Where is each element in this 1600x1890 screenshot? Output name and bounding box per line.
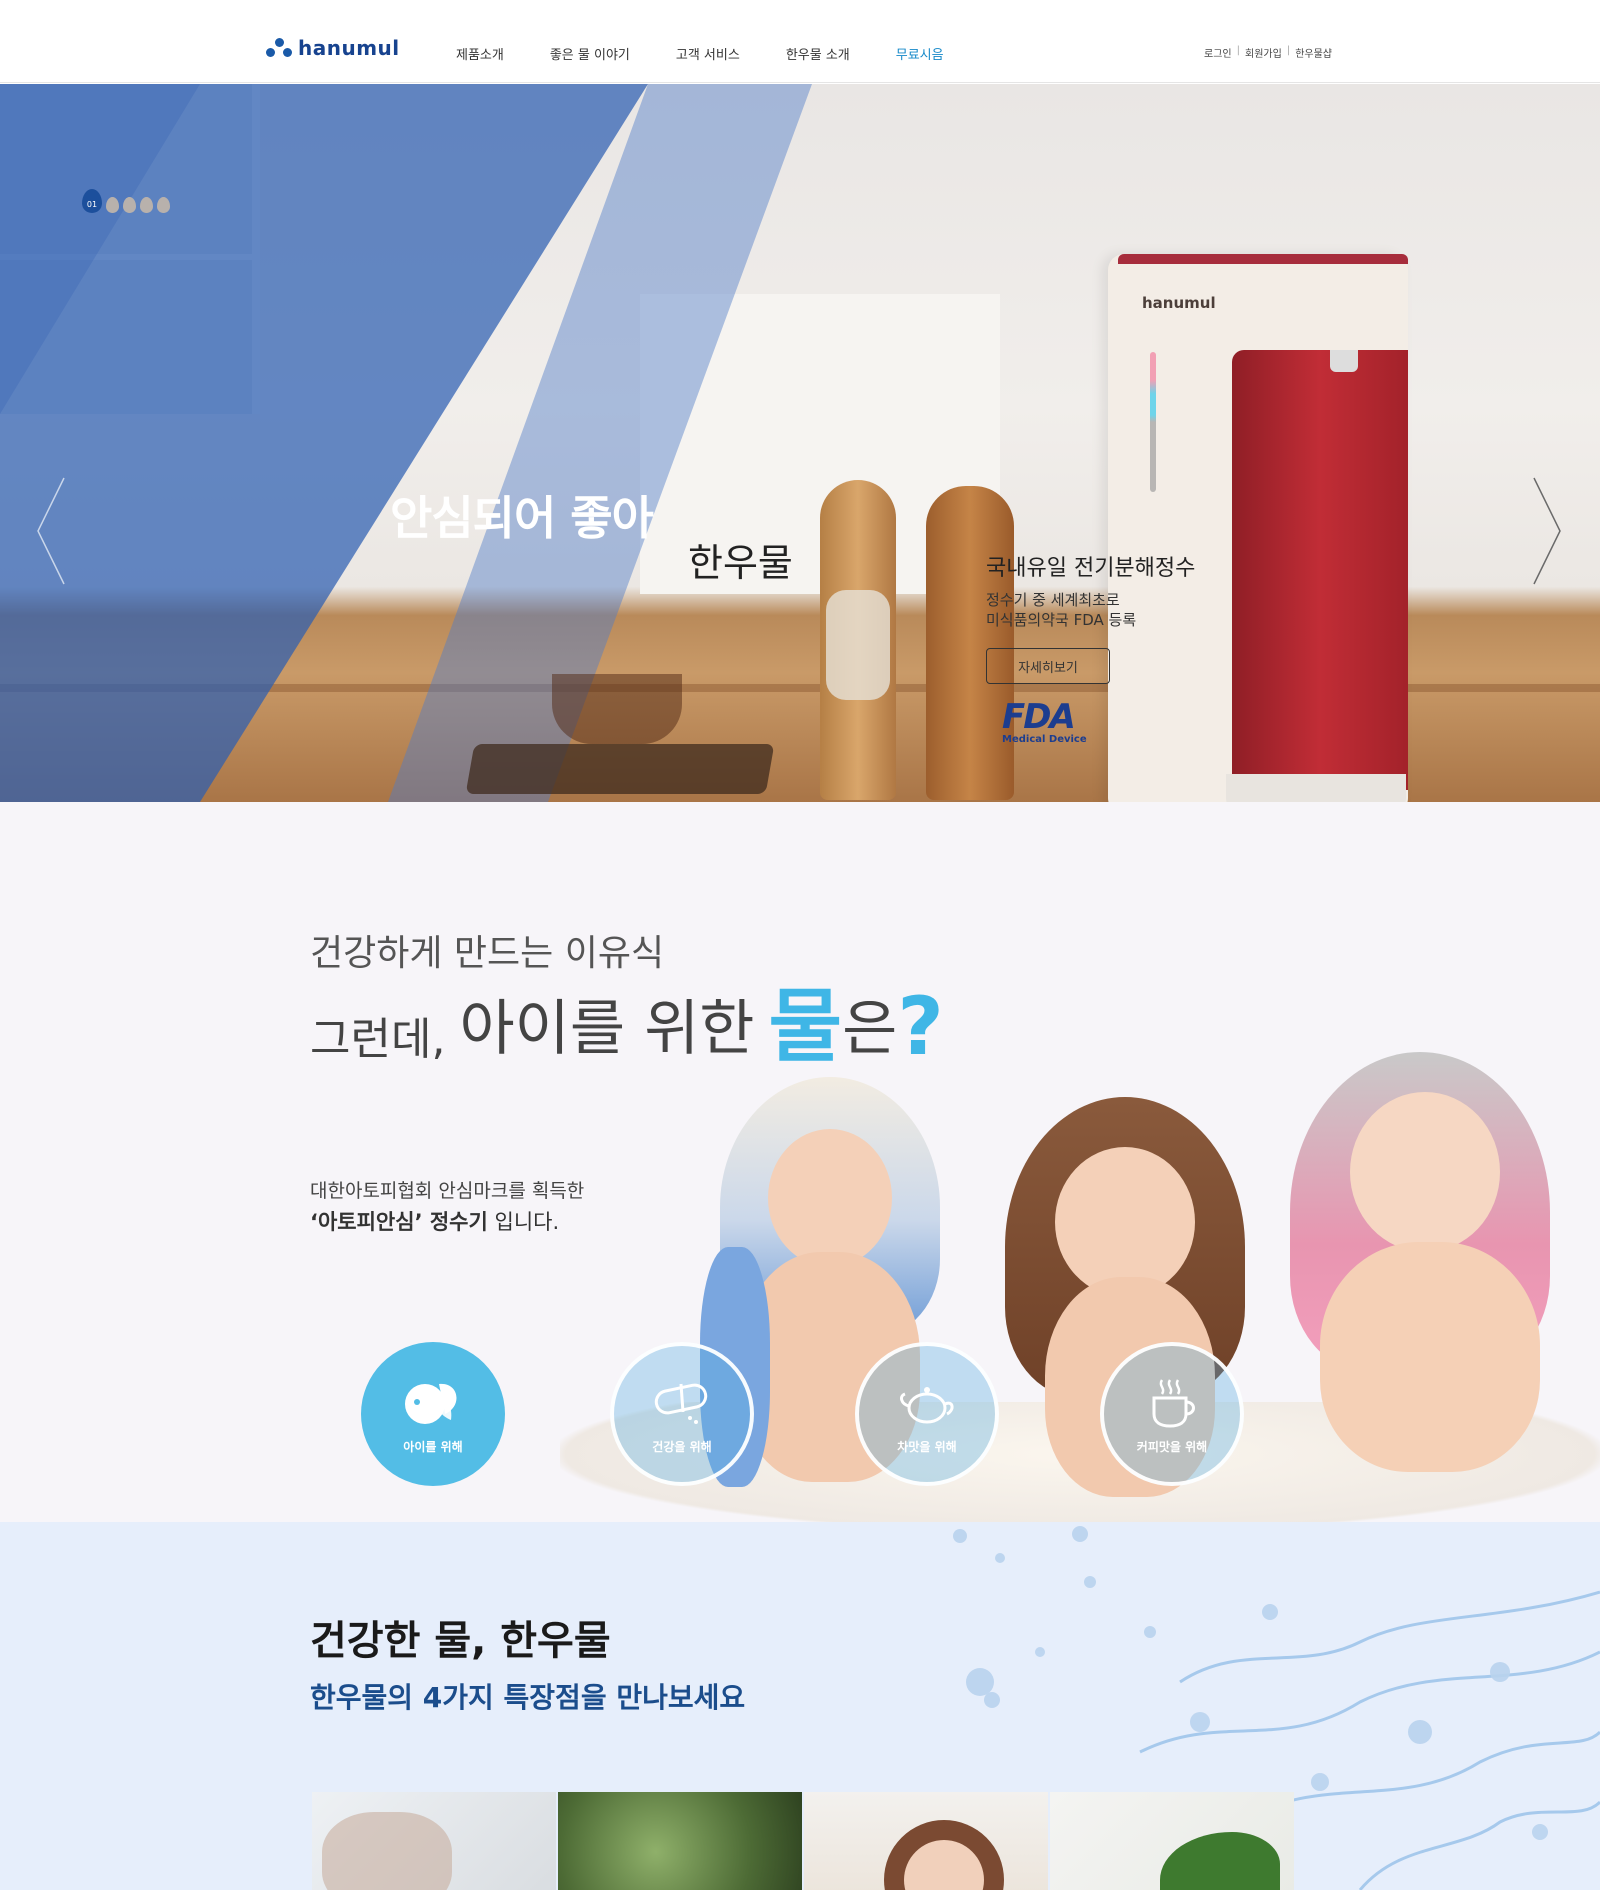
nav-item-about[interactable]: 한우물 소개	[786, 44, 850, 63]
water-purifier-image: hanumul	[1108, 254, 1408, 802]
features-section: 건강한 물, 한우물 한우물의 4가지 특장점을 만나보세요	[0, 1522, 1600, 1890]
benefit-health[interactable]: 건강을 위해	[610, 1342, 754, 1486]
purifier-brand-label: hanumul	[1142, 294, 1216, 312]
benefit-baby[interactable]: 아이를 위해	[361, 1342, 505, 1486]
benefit-label: 차맛을 위해	[897, 1439, 957, 1454]
main-nav: 제품소개 좋은 물 이야기 고객 서비스 한우물 소개 무료시음	[456, 44, 990, 63]
details-button[interactable]: 자세히보기	[986, 648, 1110, 684]
tea-cup-image	[552, 674, 682, 744]
signup-link[interactable]: 회원가입	[1245, 45, 1282, 60]
fda-caption: Medical Device	[1002, 734, 1087, 745]
hero-slider: hanumul 01 안심되어 좋아 한우물 국내유일 전기분해정수 정수기 중…	[0, 84, 1600, 802]
divider: |	[1286, 45, 1291, 56]
site-header: hanumul 제품소개 좋은 물 이야기 고객 서비스 한우물 소개 무료시음…	[0, 0, 1600, 83]
hero-title: 안심되어 좋아	[390, 491, 654, 545]
nav-item-water-story[interactable]: 좋은 물 이야기	[550, 44, 630, 63]
nav-item-customer-service[interactable]: 고객 서비스	[676, 44, 740, 63]
benefit-label: 건강을 위해	[652, 1439, 712, 1454]
utility-links: 로그인 | 회원가입 | 한우물샵	[1204, 45, 1332, 60]
hero-subtitle: 국내유일 전기분해정수	[986, 556, 1196, 581]
feature-tile-image[interactable]	[558, 1792, 802, 1890]
hero-description-line: 미식품의약국 FDA 등록	[986, 611, 1137, 629]
hero-brand-title: 한우물	[688, 541, 793, 585]
certification-name: ‘아토피안심’ 정수기	[310, 1210, 488, 1234]
shop-link[interactable]: 한우물샵	[1295, 45, 1332, 60]
teapot-icon	[900, 1386, 954, 1423]
divider: |	[1236, 45, 1240, 56]
description-suffix: 입니다.	[487, 1210, 560, 1234]
slide-indicator-1[interactable]: 01	[82, 189, 102, 213]
nav-item-products[interactable]: 제품소개	[456, 44, 504, 63]
slide-indicator-3[interactable]	[123, 197, 136, 213]
section-kicker: 건강하게 만드는 이유식	[310, 933, 665, 974]
headline-part: 그런데,	[310, 1014, 446, 1065]
pill-icon	[654, 1383, 708, 1424]
feature-tile-image[interactable]	[1050, 1792, 1294, 1890]
slide-indicators: 01	[82, 189, 170, 213]
feature-tiles	[312, 1792, 1294, 1890]
headline-part: 아이를 위한	[459, 994, 755, 1064]
next-slide-arrow-icon[interactable]	[1532, 476, 1562, 586]
slide-indicator-5[interactable]	[157, 197, 170, 213]
features-subtitle: 한우물의 4가지 특장점을 만나보세요	[310, 1681, 746, 1714]
headline-part: 은	[842, 994, 898, 1064]
hero-description-line: 정수기 중 세계최초로	[986, 591, 1120, 609]
logo-text: hanumul	[298, 36, 400, 60]
benefit-coffee[interactable]: 커피맛을 위해	[1100, 1342, 1244, 1486]
pepper-grinder-image	[820, 480, 896, 800]
fda-mark: FDA	[1002, 697, 1076, 737]
benefit-circles: 아이를 위해 건강을 위해 차맛을 위해 커피맛을 위해	[0, 1342, 1600, 1492]
baby-water-section: 건강하게 만드는 이유식 그런데, 아이를 위한 물 은 ? 대한아토피협회 안…	[0, 802, 1600, 1522]
headline-question-mark: ?	[897, 980, 944, 1073]
features-title: 건강한 물, 한우물	[310, 1618, 611, 1664]
nav-item-free-tasting[interactable]: 무료시음	[896, 44, 944, 63]
wooden-tray-image	[465, 744, 775, 794]
feature-tile-image[interactable]	[312, 1792, 556, 1890]
hero-description: 정수기 중 세계최초로 미식품의약국 FDA 등록	[986, 590, 1136, 630]
coffee-cup-icon	[1152, 1378, 1195, 1428]
section-headline: 그런데, 아이를 위한 물 은 ?	[310, 980, 944, 1067]
prev-slide-arrow-icon[interactable]	[36, 476, 66, 586]
slide-indicator-2[interactable]	[106, 197, 119, 213]
headline-accent: 물	[768, 980, 843, 1073]
fda-logo: FDA Medical Device	[1002, 700, 1087, 745]
benefit-label: 커피맛을 위해	[1136, 1439, 1208, 1454]
logo-icon	[266, 38, 292, 58]
section-description: ‘아토피안심’ 정수기 입니다.	[310, 1206, 559, 1236]
login-link[interactable]: 로그인	[1204, 45, 1232, 60]
logo[interactable]: hanumul	[266, 36, 400, 60]
slide-indicator-4[interactable]	[140, 197, 153, 213]
benefit-label: 아이를 위해	[403, 1439, 463, 1454]
feature-tile-image[interactable]	[804, 1792, 1048, 1890]
section-description: 대한아토피협회 안심마크를 획득한	[310, 1180, 585, 1202]
benefit-tea[interactable]: 차맛을 위해	[855, 1342, 999, 1486]
salt-grinder-image	[926, 486, 1014, 800]
baby-leaf-icon	[405, 1383, 457, 1424]
